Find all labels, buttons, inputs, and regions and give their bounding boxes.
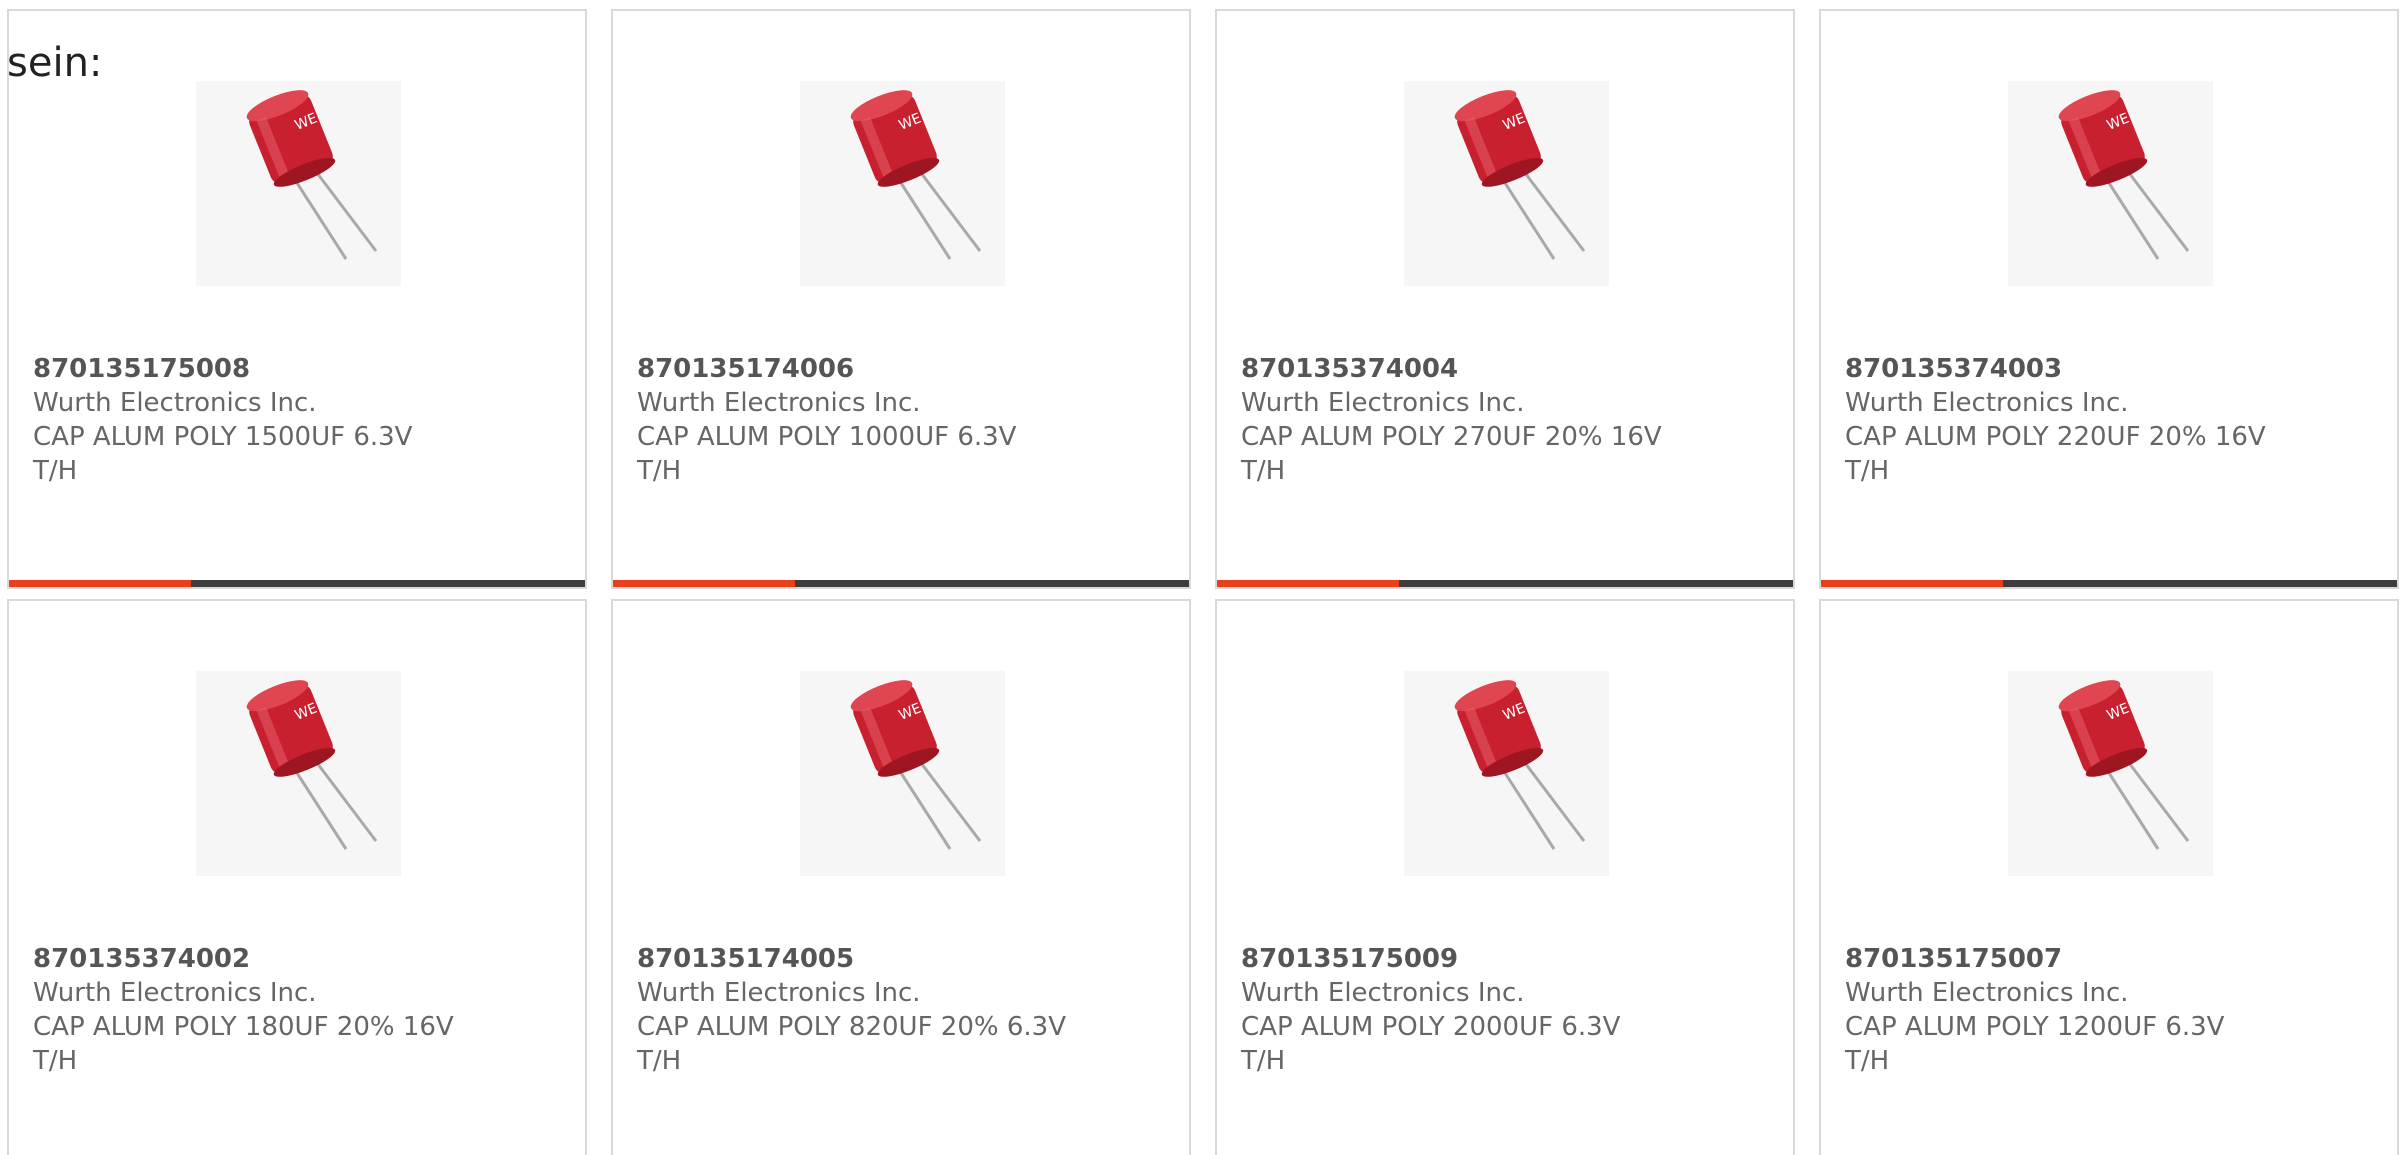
product-card[interactable]: WE 870135374004 Wurth Electronics Inc. C…	[1215, 9, 1795, 589]
capacitor-image[interactable]: WE	[800, 81, 1005, 286]
product-info: 870135174006 Wurth Electronics Inc. CAP …	[637, 352, 1157, 488]
product-card[interactable]: WE 870135175009 Wurth Electronics Inc. C…	[1215, 599, 1795, 1155]
manufacturer: Wurth Electronics Inc.	[1241, 388, 1525, 418]
description-line2: T/H	[1241, 456, 1286, 486]
product-info: 870135175009 Wurth Electronics Inc. CAP …	[1241, 942, 1761, 1078]
capacitor-icon: WE	[800, 81, 1005, 286]
part-number[interactable]: 870135175008	[33, 352, 553, 386]
product-card[interactable]: WE 870135175007 Wurth Electronics Inc. C…	[1819, 599, 2399, 1155]
capacitor-icon: WE	[196, 81, 401, 286]
description-line1: CAP ALUM POLY 820UF 20% 6.3V	[637, 1012, 1066, 1042]
product-info: 870135374003 Wurth Electronics Inc. CAP …	[1845, 352, 2365, 488]
description-line1: CAP ALUM POLY 1000UF 6.3V	[637, 422, 1017, 452]
part-number[interactable]: 870135374002	[33, 942, 553, 976]
part-number[interactable]: 870135175009	[1241, 942, 1761, 976]
manufacturer: Wurth Electronics Inc.	[637, 978, 921, 1008]
product-info: 870135374004 Wurth Electronics Inc. CAP …	[1241, 352, 1761, 488]
description-line2: T/H	[1845, 1046, 1890, 1076]
product-info: 870135374002 Wurth Electronics Inc. CAP …	[33, 942, 553, 1078]
product-card[interactable]: WE 870135175008 Wurth Electronics Inc. C…	[7, 9, 587, 589]
carousel-progress-fill	[9, 580, 192, 587]
capacitor-image[interactable]: WE	[800, 671, 1005, 876]
product-card[interactable]: WE 870135374002 Wurth Electronics Inc. C…	[7, 599, 587, 1155]
capacitor-icon: WE	[1404, 81, 1609, 286]
carousel-progress-bar	[9, 580, 585, 587]
capacitor-icon: WE	[800, 671, 1005, 876]
page: sein: WE 870135175008 Wurth Electronics …	[0, 0, 2400, 1155]
part-number[interactable]: 870135374004	[1241, 352, 1761, 386]
manufacturer: Wurth Electronics Inc.	[1845, 978, 2129, 1008]
manufacturer: Wurth Electronics Inc.	[1241, 978, 1525, 1008]
description-line1: CAP ALUM POLY 180UF 20% 16V	[33, 1012, 454, 1042]
description-line2: T/H	[1241, 1046, 1286, 1076]
description-line2: T/H	[637, 1046, 682, 1076]
carousel-progress-bar	[1821, 580, 2397, 587]
description-line2: T/H	[33, 1046, 78, 1076]
product-card[interactable]: WE 870135174006 Wurth Electronics Inc. C…	[611, 9, 1191, 589]
capacitor-image[interactable]: WE	[1404, 81, 1609, 286]
capacitor-icon: WE	[2008, 81, 2213, 286]
description-line2: T/H	[33, 456, 78, 486]
capacitor-icon: WE	[1404, 671, 1609, 876]
description-line1: CAP ALUM POLY 270UF 20% 16V	[1241, 422, 1662, 452]
part-number[interactable]: 870135174006	[637, 352, 1157, 386]
description-line1: CAP ALUM POLY 220UF 20% 16V	[1845, 422, 2266, 452]
part-number[interactable]: 870135374003	[1845, 352, 2365, 386]
description-line1: CAP ALUM POLY 2000UF 6.3V	[1241, 1012, 1621, 1042]
carousel-progress-bar	[613, 580, 1189, 587]
part-number[interactable]: 870135175007	[1845, 942, 2365, 976]
part-number[interactable]: 870135174005	[637, 942, 1157, 976]
description-line1: CAP ALUM POLY 1200UF 6.3V	[1845, 1012, 2225, 1042]
product-grid: WE 870135175008 Wurth Electronics Inc. C…	[7, 9, 2399, 1155]
description-line2: T/H	[1845, 456, 1890, 486]
carousel-progress-fill	[613, 580, 796, 587]
manufacturer: Wurth Electronics Inc.	[1845, 388, 2129, 418]
capacitor-icon: WE	[2008, 671, 2213, 876]
description-line1: CAP ALUM POLY 1500UF 6.3V	[33, 422, 413, 452]
capacitor-icon: WE	[196, 671, 401, 876]
capacitor-image[interactable]: WE	[196, 81, 401, 286]
manufacturer: Wurth Electronics Inc.	[33, 978, 317, 1008]
capacitor-image[interactable]: WE	[196, 671, 401, 876]
manufacturer: Wurth Electronics Inc.	[33, 388, 317, 418]
capacitor-image[interactable]: WE	[1404, 671, 1609, 876]
description-line2: T/H	[637, 456, 682, 486]
product-card[interactable]: WE 870135374003 Wurth Electronics Inc. C…	[1819, 9, 2399, 589]
product-info: 870135174005 Wurth Electronics Inc. CAP …	[637, 942, 1157, 1078]
manufacturer: Wurth Electronics Inc.	[637, 388, 921, 418]
capacitor-image[interactable]: WE	[2008, 671, 2213, 876]
product-info: 870135175007 Wurth Electronics Inc. CAP …	[1845, 942, 2365, 1078]
product-card[interactable]: WE 870135174005 Wurth Electronics Inc. C…	[611, 599, 1191, 1155]
carousel-progress-fill	[1217, 580, 1400, 587]
carousel-progress-fill	[1821, 580, 2004, 587]
carousel-progress-bar	[1217, 580, 1793, 587]
intro-text: sein:	[7, 40, 103, 86]
capacitor-image[interactable]: WE	[2008, 81, 2213, 286]
product-info: 870135175008 Wurth Electronics Inc. CAP …	[33, 352, 553, 488]
